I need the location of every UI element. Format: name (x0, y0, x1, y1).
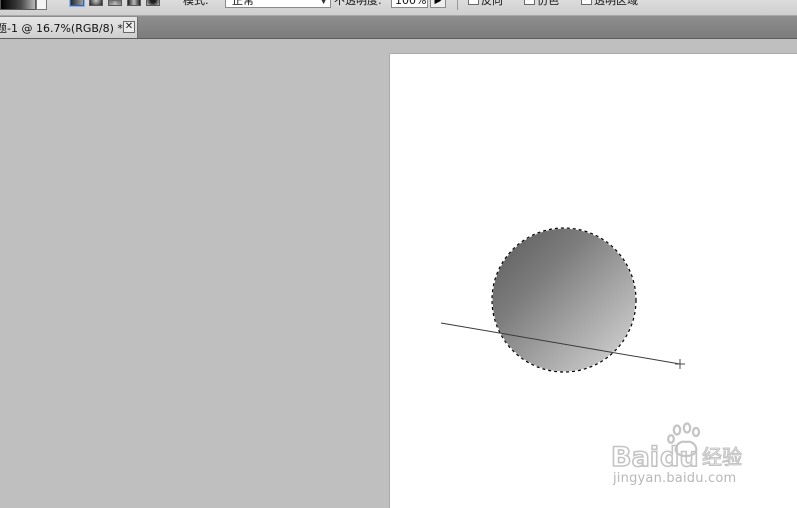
opacity-input[interactable]: 100% (391, 0, 428, 8)
gradient-picker-button[interactable] (36, 0, 47, 10)
checkmark-icon: ✓ (526, 0, 534, 4)
linear-gradient-button[interactable] (70, 0, 84, 6)
mode-select[interactable]: 正常 ▼ (225, 0, 331, 8)
gradient-filled-circle (492, 228, 636, 372)
transparency-label: 透明区域 (594, 0, 638, 7)
watermark-brand-du: du (660, 442, 699, 472)
watermark-url: jingyan.baidu.com (613, 471, 737, 486)
reflected-gradient-button[interactable] (127, 0, 141, 6)
checkmark-icon: ✓ (583, 0, 591, 4)
mode-label: 模式: (183, 0, 209, 7)
document-tab-title: 题-1 @ 16.7%(RGB/8) * (0, 22, 123, 35)
reverse-label: 反向 (481, 0, 503, 7)
photoshop-window: 模式: 正常 ▼ 不透明度: 100% ▶ 反向 ✓ 仿色 ✓ 透明区域 题-1… (0, 0, 797, 508)
radial-gradient-button[interactable] (89, 0, 103, 6)
baidu-logo-icon: Bai du 经验 (611, 422, 743, 472)
chevron-right-icon: ▶ (434, 0, 442, 6)
opacity-label: 不透明度: (334, 0, 382, 7)
angle-gradient-button[interactable] (108, 0, 122, 6)
gradient-preview-swatch[interactable] (0, 0, 36, 10)
crosshair-cursor-icon (675, 359, 685, 369)
watermark-brand-bai: Bai (611, 442, 659, 472)
document-tab[interactable]: 题-1 @ 16.7%(RGB/8) * ✕ (0, 17, 138, 38)
toolbar-separator (457, 0, 458, 10)
dither-checkbox[interactable]: ✓ (524, 0, 535, 5)
baidu-jingyan-watermark: Bai du 经验 jingyan.baidu.com (611, 420, 761, 490)
gradient-options-bar: 模式: 正常 ▼ 不透明度: 100% ▶ 反向 ✓ 仿色 ✓ 透明区域 (0, 0, 797, 16)
opacity-dropdown-button[interactable]: ▶ (430, 0, 446, 8)
transparency-checkbox[interactable]: ✓ (581, 0, 592, 5)
document-tab-bar: 题-1 @ 16.7%(RGB/8) * ✕ (0, 16, 797, 39)
chevron-down-icon: ▼ (320, 0, 327, 6)
diamond-gradient-button[interactable] (146, 0, 160, 6)
close-icon[interactable]: ✕ (123, 21, 135, 33)
dither-label: 仿色 (537, 0, 559, 7)
watermark-brand-jingyan: 经验 (702, 445, 742, 469)
reverse-checkbox[interactable] (468, 0, 479, 5)
mode-select-value: 正常 (232, 0, 254, 7)
